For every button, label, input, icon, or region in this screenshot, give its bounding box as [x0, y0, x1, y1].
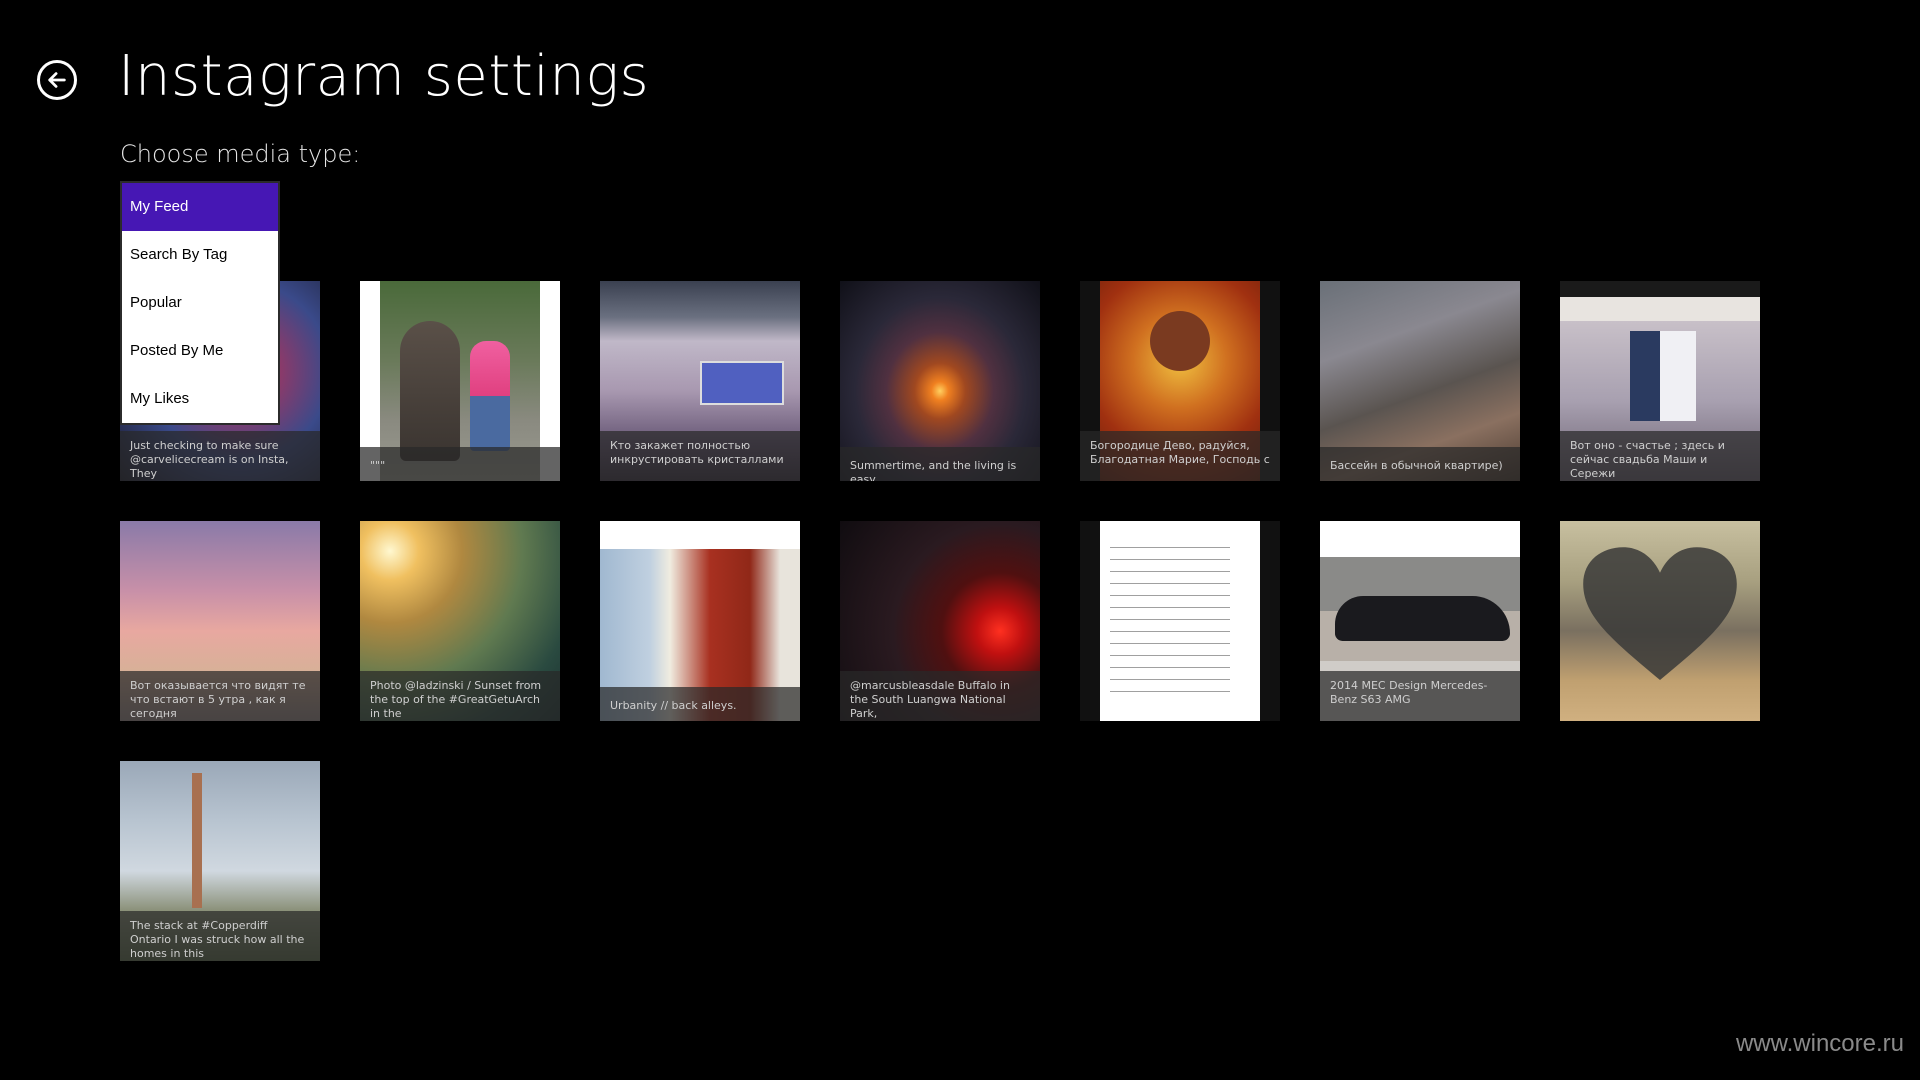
media-tile[interactable]: Urbanity // back alleys. [600, 521, 800, 721]
option-search-by-tag[interactable]: Search By Tag [122, 231, 278, 279]
media-thumbnail-chimney [192, 773, 202, 908]
watermark: www.wincore.ru [1735, 1030, 1904, 1057]
arrow-left-icon [48, 72, 66, 88]
media-thumbnail-car [1335, 596, 1510, 641]
media-caption: Кто закажет полностью инкрустировать кри… [600, 431, 800, 481]
media-caption: Photo @ladzinski / Sunset from the top o… [360, 671, 560, 721]
media-tile[interactable]: 2014 MEC Design Mercedes-Benz S63 AMG [1320, 521, 1520, 721]
media-tile[interactable]: Summertime, and the living is easy [840, 281, 1040, 481]
heart-icon [1583, 547, 1737, 680]
media-tile[interactable]: Photo @ladzinski / Sunset from the top o… [360, 521, 560, 721]
media-tile[interactable]: Вот оно - счастье ; здесь и сейчас свадь… [1560, 281, 1760, 481]
media-caption: Just checking to make sure @carvelicecre… [120, 431, 320, 481]
media-caption: The stack at #Copperdiff Ontario I was s… [120, 911, 320, 961]
media-type-label: Choose media type: [120, 140, 361, 168]
media-thumbnail-plate [700, 361, 784, 405]
media-caption: """ [360, 447, 560, 481]
option-my-likes[interactable]: My Likes [122, 375, 278, 423]
media-tile[interactable]: Кто закажет полностью инкрустировать кри… [600, 281, 800, 481]
media-tile[interactable]: """ [360, 281, 560, 481]
option-popular[interactable]: Popular [122, 279, 278, 327]
media-thumbnail-bride [1660, 331, 1696, 421]
media-tile[interactable] [1080, 521, 1280, 721]
media-caption: Urbanity // back alleys. [600, 687, 800, 721]
option-posted-by-me[interactable]: Posted By Me [122, 327, 278, 375]
media-caption: Вот оказывается что видят те что встают … [120, 671, 320, 721]
media-tile[interactable]: Бассейн в обычной квартире) [1320, 281, 1520, 481]
media-thumbnail-icon-face [1150, 311, 1210, 371]
media-caption: 2014 MEC Design Mercedes-Benz S63 AMG [1320, 671, 1520, 721]
media-thumbnail-text-lines [1110, 541, 1230, 701]
media-tile[interactable]: Вот оказывается что видят те что встают … [120, 521, 320, 721]
media-caption: Вот оно - счастье ; здесь и сейчас свадь… [1560, 431, 1760, 481]
media-thumbnail-groom [1630, 331, 1660, 421]
media-type-dropdown[interactable]: My Feed Search By Tag Popular Posted By … [120, 181, 280, 425]
instagram-settings-page: Instagram settings Choose media type: My… [0, 0, 1920, 1080]
back-button[interactable] [37, 60, 77, 100]
media-caption: @marcusbleasdale Buffalo in the South Lu… [840, 671, 1040, 721]
media-caption: Бассейн в обычной квартире) [1320, 447, 1520, 481]
media-caption: Summertime, and the living is easy [840, 447, 1040, 481]
page-title: Instagram settings [118, 44, 650, 109]
media-tile[interactable] [1560, 521, 1760, 721]
media-caption: Богородице Дево, радуйся, Благодатная Ма… [1080, 431, 1280, 481]
media-thumbnail-figure [470, 341, 510, 451]
media-thumbnail-statue [400, 321, 460, 461]
option-my-feed[interactable]: My Feed [122, 183, 278, 231]
media-tile[interactable]: @marcusbleasdale Buffalo in the South Lu… [840, 521, 1040, 721]
media-tile[interactable]: Богородице Дево, радуйся, Благодатная Ма… [1080, 281, 1280, 481]
media-tile[interactable]: The stack at #Copperdiff Ontario I was s… [120, 761, 320, 961]
